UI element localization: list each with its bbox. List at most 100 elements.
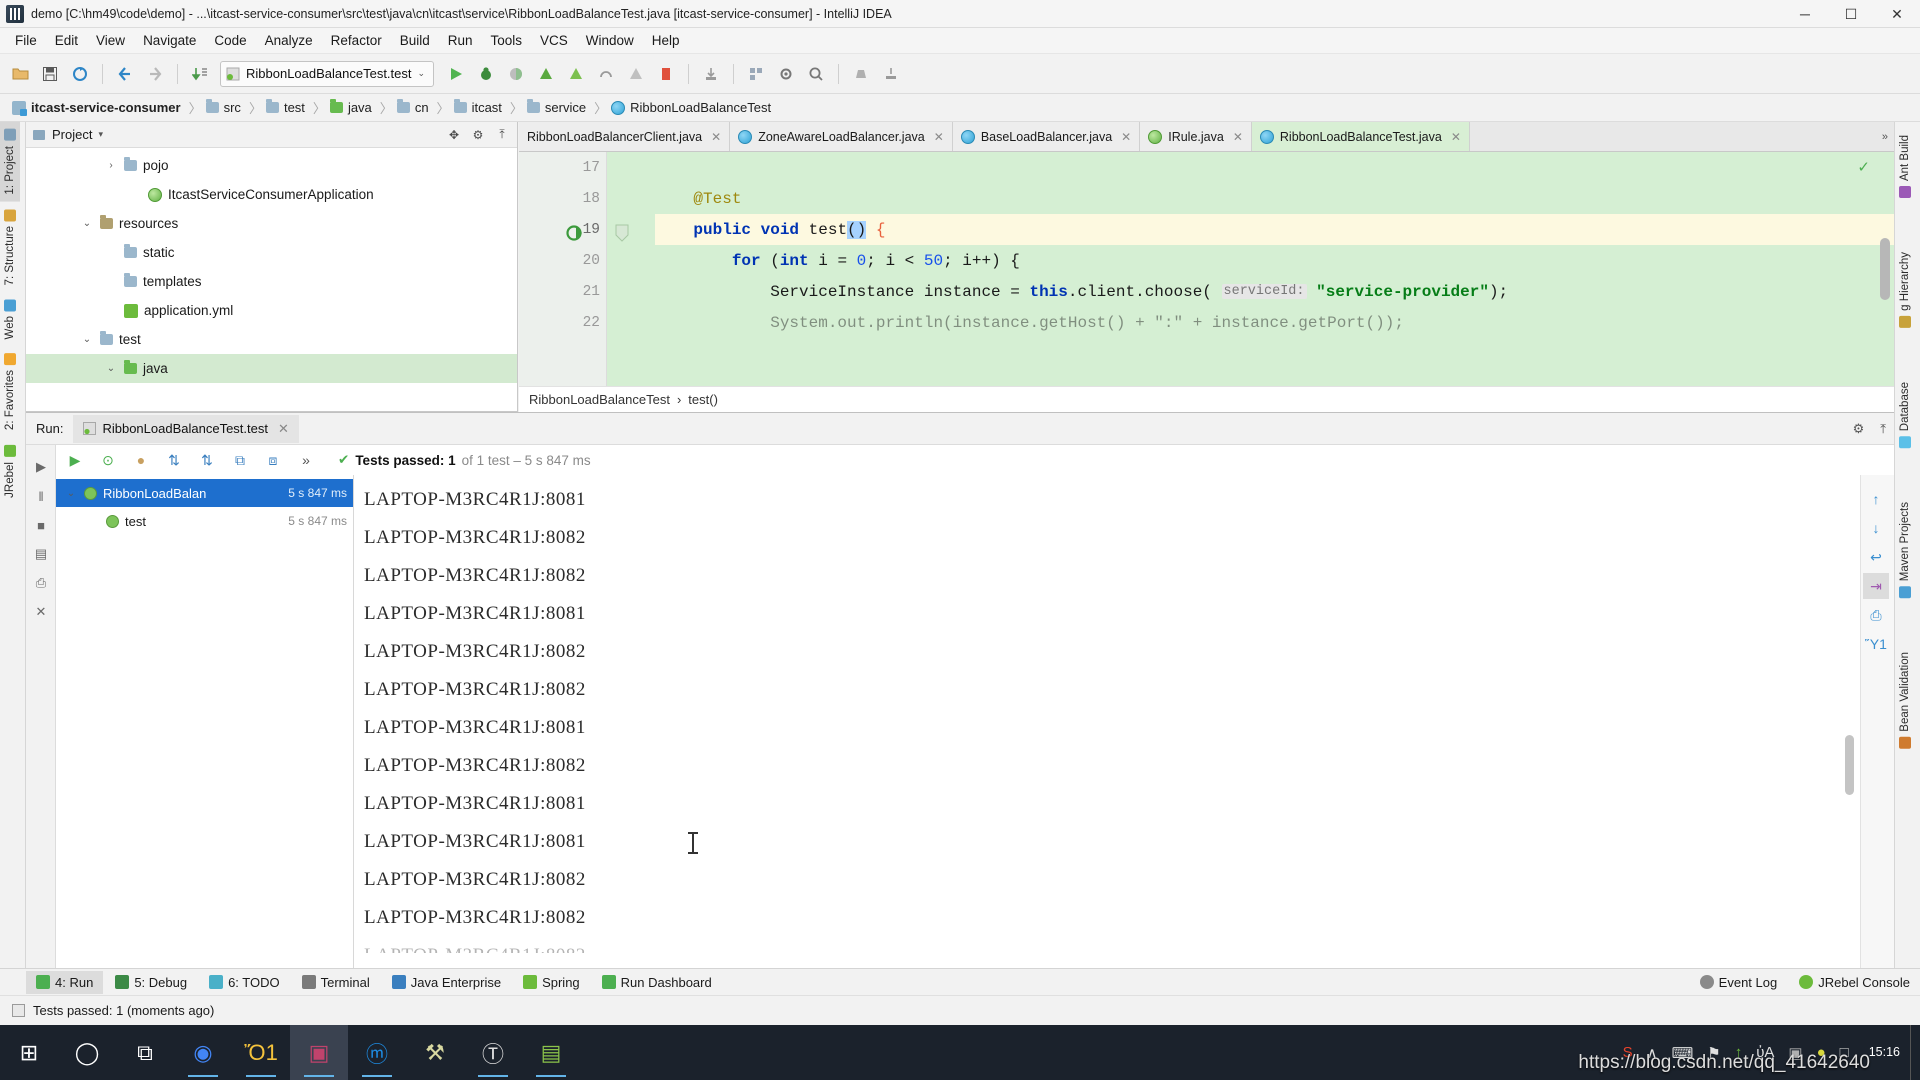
stop-side-icon[interactable]: ■: [28, 512, 54, 538]
chevron-down-icon[interactable]: ⌄: [104, 363, 118, 374]
settings-gear-icon[interactable]: [772, 60, 800, 88]
undo-icon[interactable]: [111, 60, 139, 88]
breadcrumb-item-test[interactable]: test: [262, 99, 313, 115]
expand-collapse-icon[interactable]: ✥: [445, 126, 463, 144]
project-structure-icon[interactable]: [742, 60, 770, 88]
settings-gear-icon[interactable]: ⚙: [469, 126, 487, 144]
breadcrumb-method[interactable]: test(): [688, 392, 718, 407]
soft-wrap-icon[interactable]: ↩: [1863, 544, 1889, 570]
update-project-icon[interactable]: [186, 60, 214, 88]
print-icon[interactable]: ⎙: [1863, 602, 1889, 628]
tool-tab-favorites[interactable]: 2: Favorites: [0, 346, 20, 437]
typora-icon[interactable]: Ⓣ: [464, 1025, 522, 1080]
bottom-tab-4run[interactable]: 4: Run: [26, 970, 104, 994]
run-icon[interactable]: [442, 60, 470, 88]
save-all-icon[interactable]: [36, 60, 64, 88]
sort-by-duration-icon[interactable]: ⇅: [194, 447, 220, 473]
editor-tab-overflow[interactable]: »: [1876, 122, 1894, 151]
expand-all-icon[interactable]: ⧉: [227, 447, 253, 473]
tool-tab-structure[interactable]: 7: Structure: [0, 202, 20, 292]
sdk-icon[interactable]: [847, 60, 875, 88]
close-icon[interactable]: ✕: [1451, 130, 1461, 144]
editor-scrollbar-thumb[interactable]: [1880, 238, 1890, 300]
chevron-down-icon[interactable]: ⌄: [64, 488, 78, 499]
console-output[interactable]: LAPTOP-M3RC4R1J:8081 LAPTOP-M3RC4R1J:8082…: [354, 475, 1860, 969]
hide-panel-icon[interactable]: ⤒: [1872, 421, 1894, 437]
profile-alt-icon[interactable]: [562, 60, 590, 88]
breadcrumb-item-src[interactable]: src: [202, 99, 249, 115]
menu-item-tools[interactable]: Tools: [482, 30, 532, 51]
tool-tab-database[interactable]: Database: [1895, 375, 1915, 455]
toggle-auto-test-icon[interactable]: ●: [128, 447, 154, 473]
bottom-tab-spring[interactable]: Spring: [513, 971, 590, 994]
clear-all-icon[interactable]: Ὕ1: [1863, 631, 1889, 657]
code-editor[interactable]: 17 18 19 20 21 22 @Test public void test() { …: [519, 152, 1894, 412]
tool-tab-project[interactable]: 1: Project: [0, 122, 20, 202]
pause-side-icon[interactable]: ‖: [28, 483, 54, 509]
menu-item-help[interactable]: Help: [643, 30, 689, 51]
chevron-down-icon[interactable]: ⌄: [80, 334, 94, 345]
stop-icon[interactable]: [652, 60, 680, 88]
close-icon[interactable]: ✕: [1121, 130, 1131, 144]
tree-node-pojo[interactable]: › pojo: [26, 151, 517, 180]
line-number[interactable]: 20: [519, 245, 606, 276]
bottom-item-jrebelconsole[interactable]: JRebel Console: [1789, 971, 1920, 994]
start-button-icon[interactable]: ⊞: [0, 1025, 58, 1080]
line-number[interactable]: 21: [519, 276, 606, 307]
tool-tab-antbuild[interactable]: Ant Build: [1895, 128, 1915, 205]
bottom-tab-terminal[interactable]: Terminal: [292, 971, 380, 994]
line-number[interactable]: 17: [519, 152, 606, 183]
editor-tab-irulejava[interactable]: IRule.java ✕: [1140, 122, 1252, 151]
breadcrumb-item-service[interactable]: service: [523, 99, 594, 115]
show-desktop-button[interactable]: [1910, 1025, 1920, 1080]
bottom-tab-javaenterprise[interactable]: Java Enterprise: [382, 971, 511, 994]
close-icon[interactable]: ✕: [1233, 130, 1243, 144]
debug-icon[interactable]: [472, 60, 500, 88]
chevron-right-icon[interactable]: ›: [104, 160, 118, 171]
file-explorer-icon[interactable]: Ὄ1: [232, 1025, 290, 1080]
maxthon-browser-icon[interactable]: ⓜ: [348, 1025, 406, 1080]
breadcrumb-item-ribbonloadbalancetest[interactable]: RibbonLoadBalanceTest: [607, 100, 779, 115]
editor-tab-baseloadbalancerjava[interactable]: BaseLoadBalancer.java ✕: [952, 122, 1141, 151]
print-side-icon[interactable]: ⎙: [28, 570, 54, 596]
tree-node-resources[interactable]: ⌄ resources: [26, 209, 517, 238]
maximize-button[interactable]: ☐: [1828, 0, 1874, 28]
line-number[interactable]: 18: [519, 183, 606, 214]
tree-node-static[interactable]: static: [26, 238, 517, 267]
test-tree-row[interactable]: ⌄ RibbonLoadBalan 5 s 847 ms: [56, 479, 353, 507]
debug-disabled-icon[interactable]: [622, 60, 650, 88]
filter-side-icon[interactable]: ▤: [28, 541, 54, 567]
minimize-button[interactable]: ─: [1782, 0, 1828, 28]
cortana-search-icon[interactable]: ◯: [58, 1025, 116, 1080]
rerun-failed-tests-icon[interactable]: ⊙: [95, 447, 121, 473]
close-icon[interactable]: ✕: [278, 421, 289, 437]
editor-tab-ribbonloadbalancerclientjava[interactable]: RibbonLoadBalancerClient.java ✕: [519, 122, 731, 151]
search-icon[interactable]: [802, 60, 830, 88]
menu-item-edit[interactable]: Edit: [46, 30, 87, 51]
run-tab-ribbonloadbalancetest[interactable]: RibbonLoadBalanceTest.test ✕: [73, 414, 299, 443]
tool-tab-jrebel[interactable]: JRebel: [0, 438, 20, 505]
attach-icon[interactable]: [592, 60, 620, 88]
redo-icon[interactable]: [141, 60, 169, 88]
tool-tab-mavenprojects[interactable]: Maven Projects: [1895, 495, 1915, 605]
bookmark-icon[interactable]: [877, 60, 905, 88]
scroll-to-end-icon[interactable]: ⇥: [1863, 573, 1889, 599]
rerun-icon[interactable]: ▶: [62, 447, 88, 473]
tool-tab-beanvalidation[interactable]: Bean Validation: [1895, 645, 1915, 756]
breadcrumb-item-itcast-service-consumer[interactable]: itcast-service-consumer: [8, 100, 189, 116]
profile-icon[interactable]: [532, 60, 560, 88]
tree-node-itcastserviceconsumerapplication[interactable]: ItcastServiceConsumerApplication: [26, 180, 517, 209]
close-icon[interactable]: ✕: [711, 130, 721, 144]
run-test-gutter-icon[interactable]: [565, 222, 587, 244]
open-folder-icon[interactable]: [6, 60, 34, 88]
bottom-tab-6todo[interactable]: 6: TODO: [199, 971, 290, 994]
intellij-idea-icon[interactable]: ▣: [290, 1025, 348, 1080]
run-configuration-selector[interactable]: RibbonLoadBalanceTest.test ⌄: [220, 60, 435, 87]
line-number[interactable]: 22: [519, 307, 606, 338]
test-tree-row[interactable]: test 5 s 847 ms: [56, 507, 353, 535]
scroll-down-icon[interactable]: ↓: [1863, 515, 1889, 541]
step-icon[interactable]: [697, 60, 725, 88]
menu-item-run[interactable]: Run: [439, 30, 482, 51]
notepad-icon[interactable]: ▤: [522, 1025, 580, 1080]
close-icon[interactable]: ✕: [934, 130, 944, 144]
